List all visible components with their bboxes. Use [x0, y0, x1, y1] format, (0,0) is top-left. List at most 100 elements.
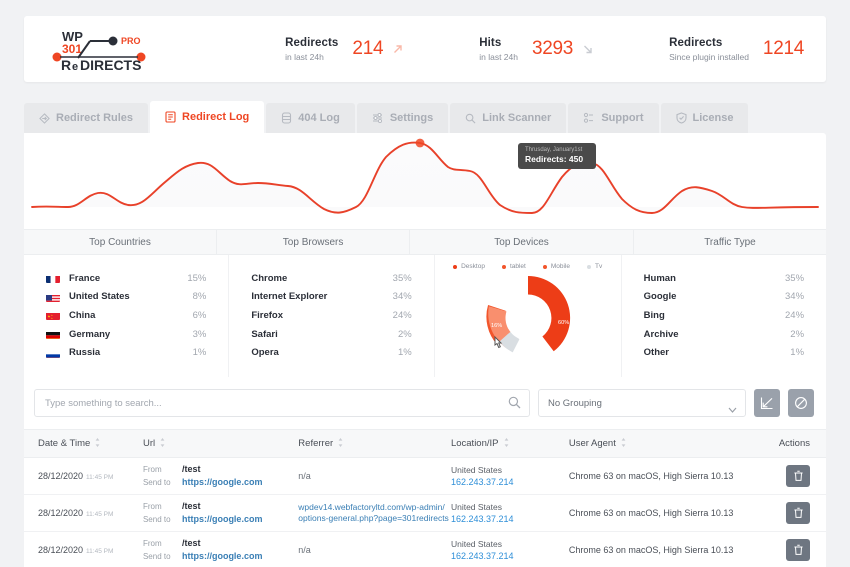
- tab-settings[interactable]: Settings: [357, 103, 448, 133]
- column-label: Date & Time: [38, 438, 90, 449]
- traffic-type-list: Human 35% Google 34% Bing 24% Archive 2%…: [622, 255, 826, 377]
- send-to-value[interactable]: https://google.com: [182, 513, 263, 526]
- traffic-value: 24%: [785, 310, 804, 321]
- row-date: 28/12/2020: [38, 508, 83, 518]
- legend-dot-icon: [587, 265, 591, 269]
- tab-support[interactable]: Support: [568, 103, 658, 133]
- tab-link-scanner[interactable]: Link Scanner: [450, 103, 566, 133]
- cell-actions: [758, 495, 826, 532]
- tab-404-log[interactable]: 404 Log: [266, 103, 355, 133]
- location-ip[interactable]: 162.243.37.214: [451, 476, 569, 488]
- send-to-value[interactable]: https://google.com: [182, 550, 263, 563]
- list-item: Internet Explorer 34%: [251, 288, 411, 307]
- table-row[interactable]: 28/12/202011:45 PM From/test Send tohttp…: [24, 532, 826, 567]
- column-date-time[interactable]: Date & Time: [24, 430, 143, 458]
- app-header: WP 301 PRO R e DIRECTS Redirects in last…: [24, 16, 826, 82]
- sort-icon: [621, 438, 626, 450]
- pie-chart-toggle-button[interactable]: [788, 389, 814, 417]
- referrer-value: n/a: [298, 471, 311, 481]
- legend-item-mobile[interactable]: Mobile: [543, 263, 570, 270]
- sort-icon: [504, 438, 509, 450]
- legend-item-tablet[interactable]: tablet: [502, 263, 526, 270]
- list-item: Other 1%: [644, 343, 804, 362]
- traffic-value: 35%: [785, 273, 804, 284]
- devices-donut: 60% 20% 16% 4%: [435, 272, 621, 364]
- cell-location-ip: United States 162.243.37.214: [451, 495, 569, 532]
- country-value: 1%: [193, 347, 207, 358]
- grouping-select[interactable]: No Grouping: [538, 389, 746, 417]
- list-item: Google 34%: [644, 288, 804, 307]
- tab-label: Redirect Rules: [56, 112, 133, 124]
- table-row[interactable]: 28/12/202011:45 PM From/test Send tohttp…: [24, 495, 826, 532]
- flag-us-icon: [46, 292, 60, 302]
- table-row[interactable]: 28/12/202011:45 PM From/test Send tohttp…: [24, 458, 826, 495]
- line-chart-toggle-button[interactable]: [754, 389, 780, 417]
- country-name: Germany: [69, 329, 193, 340]
- legend-item-tv[interactable]: Tv: [587, 263, 602, 270]
- tab-license[interactable]: License: [661, 103, 749, 133]
- list-item: ★★★ China 6%: [46, 306, 206, 325]
- cell-location-ip: United States 162.243.37.214: [451, 532, 569, 567]
- location-ip[interactable]: 162.243.37.214: [451, 513, 569, 525]
- from-label: From: [143, 537, 177, 550]
- stat-value: 3293: [532, 38, 573, 60]
- from-label: From: [143, 500, 177, 513]
- grouping-select-wrap: No Grouping: [538, 389, 746, 417]
- delete-button[interactable]: [786, 539, 810, 561]
- table-body: 28/12/2020 11:45 PM From/test Send to http…: [24, 458, 826, 567]
- country-name: China: [69, 310, 193, 321]
- tab-redirect-log[interactable]: Redirect Log: [150, 101, 264, 133]
- column-actions: Actions: [758, 430, 826, 458]
- row-time: 11:45 PM: [86, 548, 113, 555]
- table-header-row: Date & Time Url Referrer Location/IP Use…: [24, 430, 826, 458]
- column-label: User Agent: [569, 438, 616, 449]
- stat-subtitle: Since plugin installed: [669, 51, 749, 63]
- browser-value: 34%: [393, 291, 412, 302]
- slice-label-tablet: 20%: [517, 288, 528, 294]
- search-input[interactable]: [34, 389, 530, 417]
- location-country: United States: [451, 464, 569, 476]
- stat-title: Redirects: [669, 36, 749, 50]
- delete-button[interactable]: [786, 465, 810, 487]
- referrer-link-line2[interactable]: options-general.php?page=301redirects: [298, 513, 451, 524]
- flag-de-icon: [46, 329, 60, 339]
- traffic-name: Other: [644, 347, 791, 358]
- user-agent-value: Chrome 63 on macOS, High Sierra 10.13: [569, 545, 734, 555]
- tooltip-date: Thrusday, January1st: [525, 146, 589, 154]
- legend-item-desktop[interactable]: Desktop: [453, 263, 485, 270]
- column-location-ip[interactable]: Location/IP: [451, 430, 569, 458]
- referrer-value: n/a: [298, 545, 311, 555]
- send-to-value[interactable]: https://google.com: [182, 476, 263, 489]
- browser-value: 2%: [398, 329, 412, 340]
- list-item: Bing 24%: [644, 306, 804, 325]
- country-name: France: [69, 273, 187, 284]
- list-item: France 15%: [46, 269, 206, 288]
- cell-location-ip: United States 162.243.37.214: [451, 458, 569, 495]
- column-label: Actions: [779, 438, 810, 449]
- stat-hits-24h: Hits in last 24h 3293: [479, 36, 595, 63]
- search-icon[interactable]: [508, 396, 521, 414]
- main-panel: Thrusday, January1st Redirects: 450 Top …: [24, 133, 826, 567]
- from-value[interactable]: /test: [182, 500, 201, 513]
- legend-label: Mobile: [551, 263, 570, 270]
- location-ip[interactable]: 162.243.37.214: [451, 550, 569, 562]
- legend-label: Tv: [595, 263, 602, 270]
- summary-header-devices: Top Devices: [410, 230, 634, 254]
- trend-up-icon: [391, 42, 405, 56]
- referrer-link-line1[interactable]: wpdev14.webfactoryltd.com/wp-admin/: [298, 502, 451, 513]
- delete-button[interactable]: [786, 502, 810, 524]
- from-value[interactable]: /test: [182, 537, 201, 550]
- column-user-agent[interactable]: User Agent: [569, 430, 758, 458]
- list-item: Human 35%: [644, 269, 804, 288]
- legend-dot-icon: [543, 265, 547, 269]
- sort-icon: [95, 438, 100, 450]
- send-to-label: Send to: [143, 513, 177, 526]
- flag-fr-icon: [46, 273, 60, 283]
- wp-301-redirects-logo: WP 301 PRO R e DIRECTS: [48, 26, 152, 72]
- from-value[interactable]: /test: [182, 463, 201, 476]
- column-url[interactable]: Url: [143, 430, 298, 458]
- list-item: United States 8%: [46, 288, 206, 307]
- svg-text:DIRECTS: DIRECTS: [80, 57, 141, 72]
- column-referrer[interactable]: Referrer: [298, 430, 451, 458]
- tab-redirect-rules[interactable]: Redirect Rules: [24, 103, 148, 133]
